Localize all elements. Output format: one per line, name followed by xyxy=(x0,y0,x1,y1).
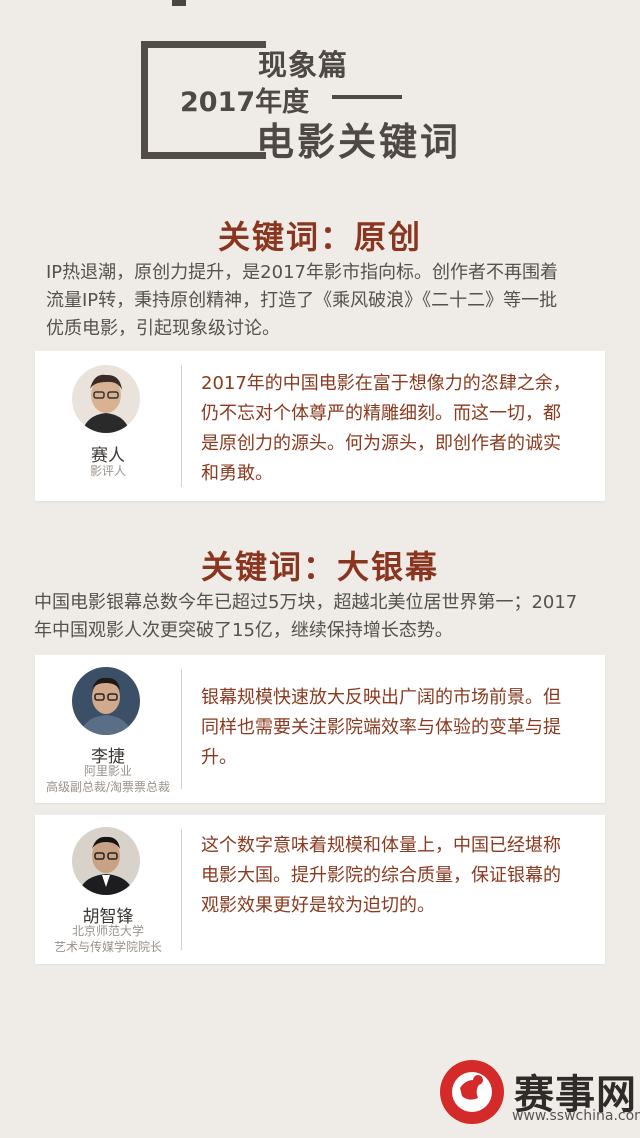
header-dash xyxy=(332,95,402,99)
quote-card: 李捷 阿里影业 高级副总裁/淘票票总裁 银幕规模快速放大反映出广阔的市场前景。但… xyxy=(35,655,605,803)
avatar xyxy=(72,667,140,735)
quote-text: 这个数字意味着规模和体量上，中国已经堪称 电影大国。提升影院的综合质量，保证银幕… xyxy=(201,831,591,921)
intro-line: 中国电影银幕总数今年已超过5万块，超越北美位居世界第一；2017 xyxy=(34,592,578,613)
person-role: 北京师范大学 艺术与传媒学院院长 xyxy=(35,923,181,955)
role-line: 高级副总裁/淘票票总裁 xyxy=(45,780,171,794)
intro-line: 优质电影，引起现象级讨论。 xyxy=(46,318,280,339)
keyword-title-big-screen: 关键词：大银幕 xyxy=(200,548,439,586)
quote-line: 同样也需要关注影院端效率与体验的变革与提 xyxy=(201,717,561,738)
quote-text: 2017年的中国电影在富于想像力的恣肆之余， 仍不忘对个体尊严的精雕细刻。而这一… xyxy=(201,369,591,489)
intro-line: 年中国观影人次更突破了15亿，继续保持增长态势。 xyxy=(34,620,453,641)
role-line: 北京师范大学 xyxy=(71,924,144,938)
quote-line: 仍不忘对个体尊严的精雕细刻。而这一切，都 xyxy=(201,403,561,424)
role-line: 艺术与传媒学院院长 xyxy=(53,940,162,954)
avatar xyxy=(72,827,140,895)
avatar xyxy=(72,365,140,433)
intro-line: 流量IP转，秉持原创精神，打造了《乘风破浪》《二十二》等一批 xyxy=(46,290,558,311)
brand-url: www.sswchina.com xyxy=(512,1108,640,1124)
quote-text: 银幕规模快速放大反映出广阔的市场前景。但 同样也需要关注影院端效率与体验的变革与… xyxy=(201,683,591,773)
person-role: 阿里影业 高级副总裁/淘票票总裁 xyxy=(35,763,181,795)
logo-icon xyxy=(438,1058,506,1126)
intro-original: IP热退潮，原创力提升，是2017年影市指向标。创作者不再围着 流量IP转，秉持… xyxy=(46,259,558,343)
role-line: 阿里影业 xyxy=(83,764,132,778)
intro-line: IP热退潮，原创力提升，是2017年影市指向标。创作者不再围着 xyxy=(46,262,558,283)
intro-big-screen: 中国电影银幕总数今年已超过5万块，超越北美位居世界第一；2017 年中国观影人次… xyxy=(34,589,577,645)
keyword-title-original: 关键词：原创 xyxy=(217,218,422,256)
quote-line: 2017年的中国电影在富于想像力的恣肆之余， xyxy=(201,373,571,394)
quote-card: 赛人 影评人 2017年的中国电影在富于想像力的恣肆之余， 仍不忘对个体尊严的精… xyxy=(35,351,605,501)
quote-line: 观影效果更好是较为迫切的。 xyxy=(201,895,435,916)
quote-card: 胡智锋 北京师范大学 艺术与传媒学院院长 这个数字意味着规模和体量上，中国已经堪… xyxy=(35,815,605,964)
quote-line: 电影大国。提升影院的综合质量，保证银幕的 xyxy=(201,865,561,886)
card-divider xyxy=(181,669,182,789)
top-decoration xyxy=(172,0,186,6)
header-title: 电影关键词 xyxy=(256,120,462,164)
quote-line: 和勇敢。 xyxy=(201,463,273,484)
card-divider xyxy=(181,829,182,950)
quote-line: 升。 xyxy=(201,747,237,768)
person-role: 影评人 xyxy=(89,464,126,478)
header-line1: 现象篇 xyxy=(258,48,349,82)
card-divider xyxy=(181,365,182,487)
quote-line: 这个数字意味着规模和体量上，中国已经堪称 xyxy=(201,835,561,856)
quote-line: 是原创力的源头。何为源头，即创作者的诚实 xyxy=(201,433,561,454)
quote-line: 银幕规模快速放大反映出广阔的市场前景。但 xyxy=(201,687,561,708)
